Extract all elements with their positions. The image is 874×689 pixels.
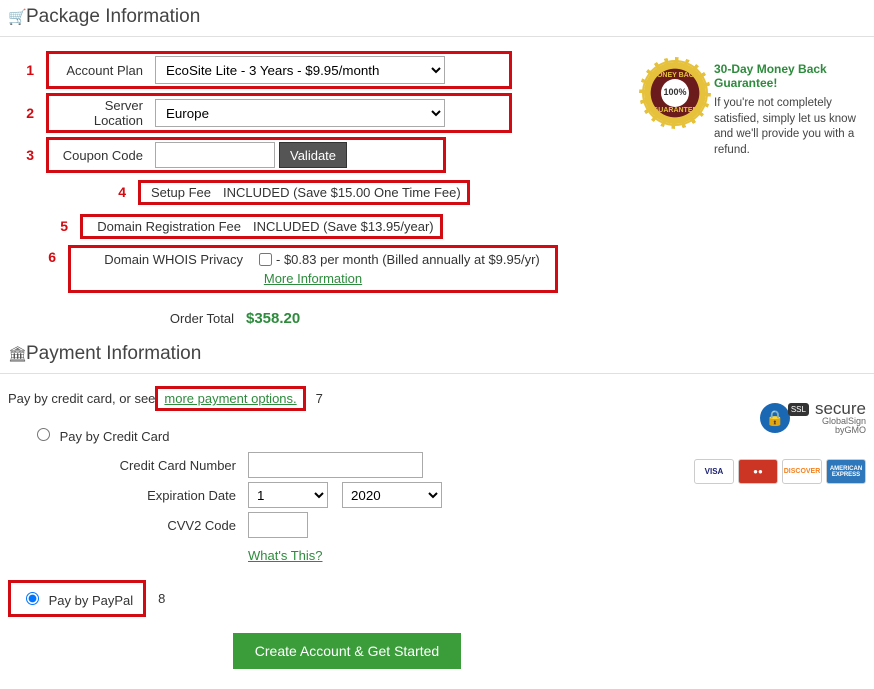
accepted-cards: VISA ●● DISCOVER AMERICAN EXPRESS <box>686 459 866 484</box>
annotation-4: 4 <box>8 184 138 200</box>
seal-bottom-text: GUARANTEE <box>653 107 697 114</box>
annotation-2: 2 <box>8 105 46 121</box>
pay-cc-label: Pay by Credit Card <box>60 429 170 444</box>
whois-value: - $0.83 per month (Billed annually at $9… <box>276 252 540 267</box>
exp-year-select[interactable]: 2020 <box>342 482 442 508</box>
cc-number-label: Credit Card Number <box>8 458 248 473</box>
annotation-8: 8 <box>146 591 165 606</box>
exp-label: Expiration Date <box>8 488 248 503</box>
account-plan-label: Account Plan <box>55 63 155 78</box>
discover-card-icon: DISCOVER <box>782 459 822 484</box>
visa-card-icon: VISA <box>694 459 734 484</box>
validate-button[interactable]: Validate <box>279 142 347 168</box>
guarantee-panel: MONEY BACK 100% GUARANTEE 30-Day Money B… <box>636 47 866 337</box>
package-section-header: 🛒 Package Information <box>0 0 874 37</box>
pay-intro-text: Pay by credit card, or see <box>8 391 155 406</box>
secure-word: secure <box>815 400 866 417</box>
secure-sub2: byGMO <box>835 425 866 435</box>
order-total-value: $358.20 <box>246 310 300 327</box>
coupon-label: Coupon Code <box>55 148 155 163</box>
annotation-6: 6 <box>8 245 68 265</box>
server-location-label: Server Location <box>55 98 155 128</box>
pay-cc-radio[interactable] <box>37 428 50 441</box>
seal-top-text: MONEY BACK <box>651 72 699 79</box>
cart-icon: 🛒 <box>8 8 26 26</box>
mastercard-icon: ●● <box>738 459 778 484</box>
cvv-input[interactable] <box>248 512 308 538</box>
annotation-5: 5 <box>8 218 80 234</box>
account-plan-select[interactable]: EcoSite Lite - 3 Years - $9.95/month <box>155 56 445 84</box>
lock-icon: 🔒 <box>760 403 790 433</box>
ssl-secure-badge: 🔒 SSL secure GlobalSign byGMO <box>686 400 866 435</box>
annotation-7: 7 <box>306 391 323 406</box>
payment-section-title: Payment Information <box>26 343 201 365</box>
exp-month-select[interactable]: 1 <box>248 482 328 508</box>
whois-label: Domain WHOIS Privacy <box>77 252 255 267</box>
pay-paypal-radio[interactable] <box>26 592 39 605</box>
coupon-input[interactable] <box>155 142 275 168</box>
annotation-1: 1 <box>8 62 46 78</box>
order-total-label: Order Total <box>46 311 246 326</box>
server-location-select[interactable]: Europe <box>155 99 445 127</box>
whois-more-link[interactable]: More Information <box>264 271 362 286</box>
create-account-button[interactable]: Create Account & Get Started <box>233 633 461 669</box>
package-section-title: Package Information <box>26 6 200 28</box>
amex-card-icon: AMERICAN EXPRESS <box>826 459 866 484</box>
bank-icon: 🏛 <box>8 345 26 363</box>
ssl-pill: SSL <box>788 403 809 416</box>
more-payment-options-link[interactable]: more payment options. <box>164 391 296 406</box>
cc-number-input[interactable] <box>248 452 423 478</box>
seal-pct-text: 100% <box>661 79 689 107</box>
pay-cc-radio-row[interactable]: Pay by Credit Card <box>32 429 169 444</box>
setup-fee-value: INCLUDED (Save $15.00 One Time Fee) <box>223 185 461 200</box>
whois-checkbox[interactable] <box>259 253 272 266</box>
pay-paypal-radio-row[interactable]: Pay by PayPal <box>21 589 133 608</box>
pay-paypal-label: Pay by PayPal <box>49 593 134 608</box>
setup-fee-label: Setup Fee <box>147 185 223 200</box>
payment-section-header: 🏛 Payment Information <box>0 337 874 374</box>
domain-reg-value: INCLUDED (Save $13.95/year) <box>253 219 434 234</box>
whats-this-link[interactable]: What's This? <box>248 548 323 563</box>
cvv-label: CVV2 Code <box>8 518 248 533</box>
annotation-3: 3 <box>8 147 46 163</box>
domain-reg-label: Domain Registration Fee <box>89 219 253 234</box>
guarantee-seal-icon: MONEY BACK 100% GUARANTEE <box>644 62 706 124</box>
guarantee-body: If you're not completely satisfied, simp… <box>714 96 858 158</box>
guarantee-title: 30-Day Money Back Guarantee! <box>714 62 858 90</box>
